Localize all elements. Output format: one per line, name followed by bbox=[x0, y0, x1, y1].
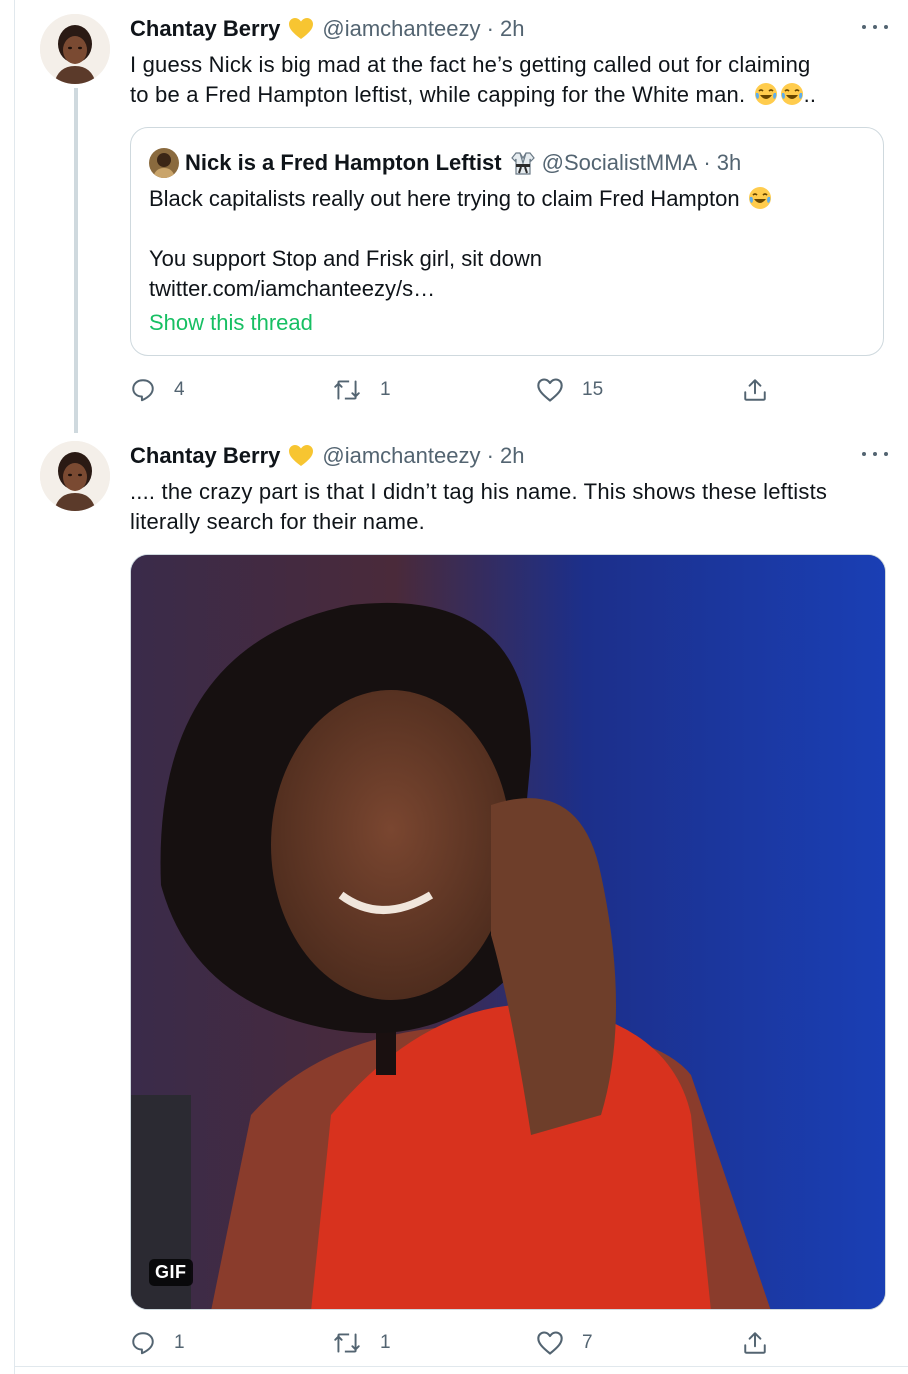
user-handle[interactable]: @iamchanteezy bbox=[322, 443, 480, 469]
face-with-tears-of-joy-icon bbox=[754, 83, 777, 105]
quoted-text: Black capitalists really out here trying… bbox=[149, 184, 869, 304]
tweet-text-line: .... the crazy part is that I didn’t tag… bbox=[130, 479, 828, 504]
reply-button[interactable]: 4 bbox=[130, 373, 185, 407]
gif-frame-image bbox=[131, 555, 885, 1309]
tweet-text-line: I guess Nick is big mad at the fact he’s… bbox=[130, 52, 811, 77]
quoted-separator: · bbox=[697, 150, 717, 175]
tweet-actions: 4 1 15 bbox=[130, 373, 770, 407]
quoted-text-spacer bbox=[149, 214, 869, 244]
like-count: 7 bbox=[582, 1332, 593, 1353]
quoted-text-segment: Black capitalists really out here trying… bbox=[149, 186, 740, 211]
tweet-header: Chantay Berry @iamchanteezy · 2h bbox=[130, 14, 525, 44]
retweet-button[interactable]: 1 bbox=[332, 1326, 391, 1360]
header-separator: · bbox=[480, 443, 501, 468]
tweet[interactable]: Chantay Berry @iamchanteezy · 2h .... th… bbox=[14, 430, 908, 1366]
avatar[interactable] bbox=[40, 14, 110, 84]
header-separator: · bbox=[480, 16, 501, 41]
share-icon bbox=[744, 1332, 766, 1354]
timestamp[interactable]: 2h bbox=[500, 16, 524, 42]
reply-icon bbox=[132, 379, 154, 402]
gif-media[interactable]: GIF bbox=[130, 554, 886, 1310]
timeline-bottom-border bbox=[14, 1366, 908, 1367]
like-button[interactable]: 7 bbox=[536, 1326, 593, 1360]
quoted-text-line: You support Stop and Frisk girl, sit dow… bbox=[149, 246, 542, 271]
tweet-text-line: literally search for their name. bbox=[130, 509, 425, 534]
share-icon bbox=[744, 379, 766, 401]
reply-button[interactable]: 1 bbox=[130, 1326, 185, 1360]
gif-badge: GIF bbox=[149, 1259, 193, 1286]
avatar[interactable] bbox=[40, 441, 110, 511]
heart-outline-icon bbox=[537, 378, 563, 402]
quoted-link-text[interactable]: twitter.com/iamchanteezy/s… bbox=[149, 274, 869, 304]
quoted-display-name: Nick is a Fred Hampton Leftist bbox=[185, 150, 502, 175]
like-count: 15 bbox=[582, 379, 604, 400]
timestamp[interactable]: 2h bbox=[500, 443, 524, 469]
retweet-button[interactable]: 1 bbox=[332, 373, 391, 407]
tweet-text-segment: to be a Fred Hampton leftist, while capp… bbox=[130, 82, 746, 107]
quoted-tweet-header: Nick is a Fred Hampton Leftist @Socialis… bbox=[149, 148, 741, 178]
tweet-header: Chantay Berry @iamchanteezy · 2h bbox=[130, 441, 525, 471]
quoted-tweet[interactable]: Nick is a Fred Hampton Leftist @Socialis… bbox=[130, 127, 884, 356]
tweet-text: I guess Nick is big mad at the fact he’s… bbox=[130, 50, 890, 110]
share-button[interactable] bbox=[742, 1326, 768, 1360]
user-handle[interactable]: @iamchanteezy bbox=[322, 16, 480, 42]
reply-count: 1 bbox=[174, 1332, 185, 1353]
retweet-count: 1 bbox=[380, 1332, 391, 1353]
quoted-handle: @SocialistMMA bbox=[541, 150, 698, 175]
thread-connector-line bbox=[74, 88, 78, 433]
tweet-text-line: to be a Fred Hampton leftist, while capp… bbox=[130, 80, 890, 110]
quoted-avatar bbox=[149, 148, 179, 178]
like-button[interactable]: 15 bbox=[536, 373, 603, 407]
tweet-actions: 1 1 7 bbox=[130, 1326, 770, 1360]
display-name[interactable]: Chantay Berry bbox=[130, 16, 280, 42]
face-with-tears-of-joy-icon bbox=[780, 83, 803, 105]
heart-outline-icon bbox=[537, 1331, 563, 1355]
quoted-timestamp: 3h bbox=[716, 150, 742, 175]
face-with-tears-of-joy-icon bbox=[748, 187, 771, 209]
yellow-heart-icon bbox=[288, 444, 314, 468]
tweet[interactable]: Chantay Berry @iamchanteezy · 2h I guess… bbox=[14, 0, 908, 433]
retweet-count: 1 bbox=[380, 379, 391, 400]
share-button[interactable] bbox=[742, 373, 768, 407]
tweet-text: .... the crazy part is that I didn’t tag… bbox=[130, 477, 890, 537]
quoted-text-line: Black capitalists really out here trying… bbox=[149, 184, 869, 214]
more-options-icon[interactable] bbox=[862, 17, 888, 37]
martial-arts-uniform-icon bbox=[510, 150, 536, 176]
show-thread-link[interactable]: Show this thread bbox=[149, 310, 313, 336]
reply-count: 4 bbox=[174, 379, 185, 400]
display-name[interactable]: Chantay Berry bbox=[130, 443, 280, 469]
more-options-icon[interactable] bbox=[862, 444, 888, 464]
tweet-text-tail: .. bbox=[803, 82, 817, 107]
retweet-icon bbox=[334, 1333, 360, 1353]
retweet-icon bbox=[334, 380, 360, 400]
reply-icon bbox=[132, 1332, 154, 1355]
yellow-heart-icon bbox=[288, 17, 314, 41]
